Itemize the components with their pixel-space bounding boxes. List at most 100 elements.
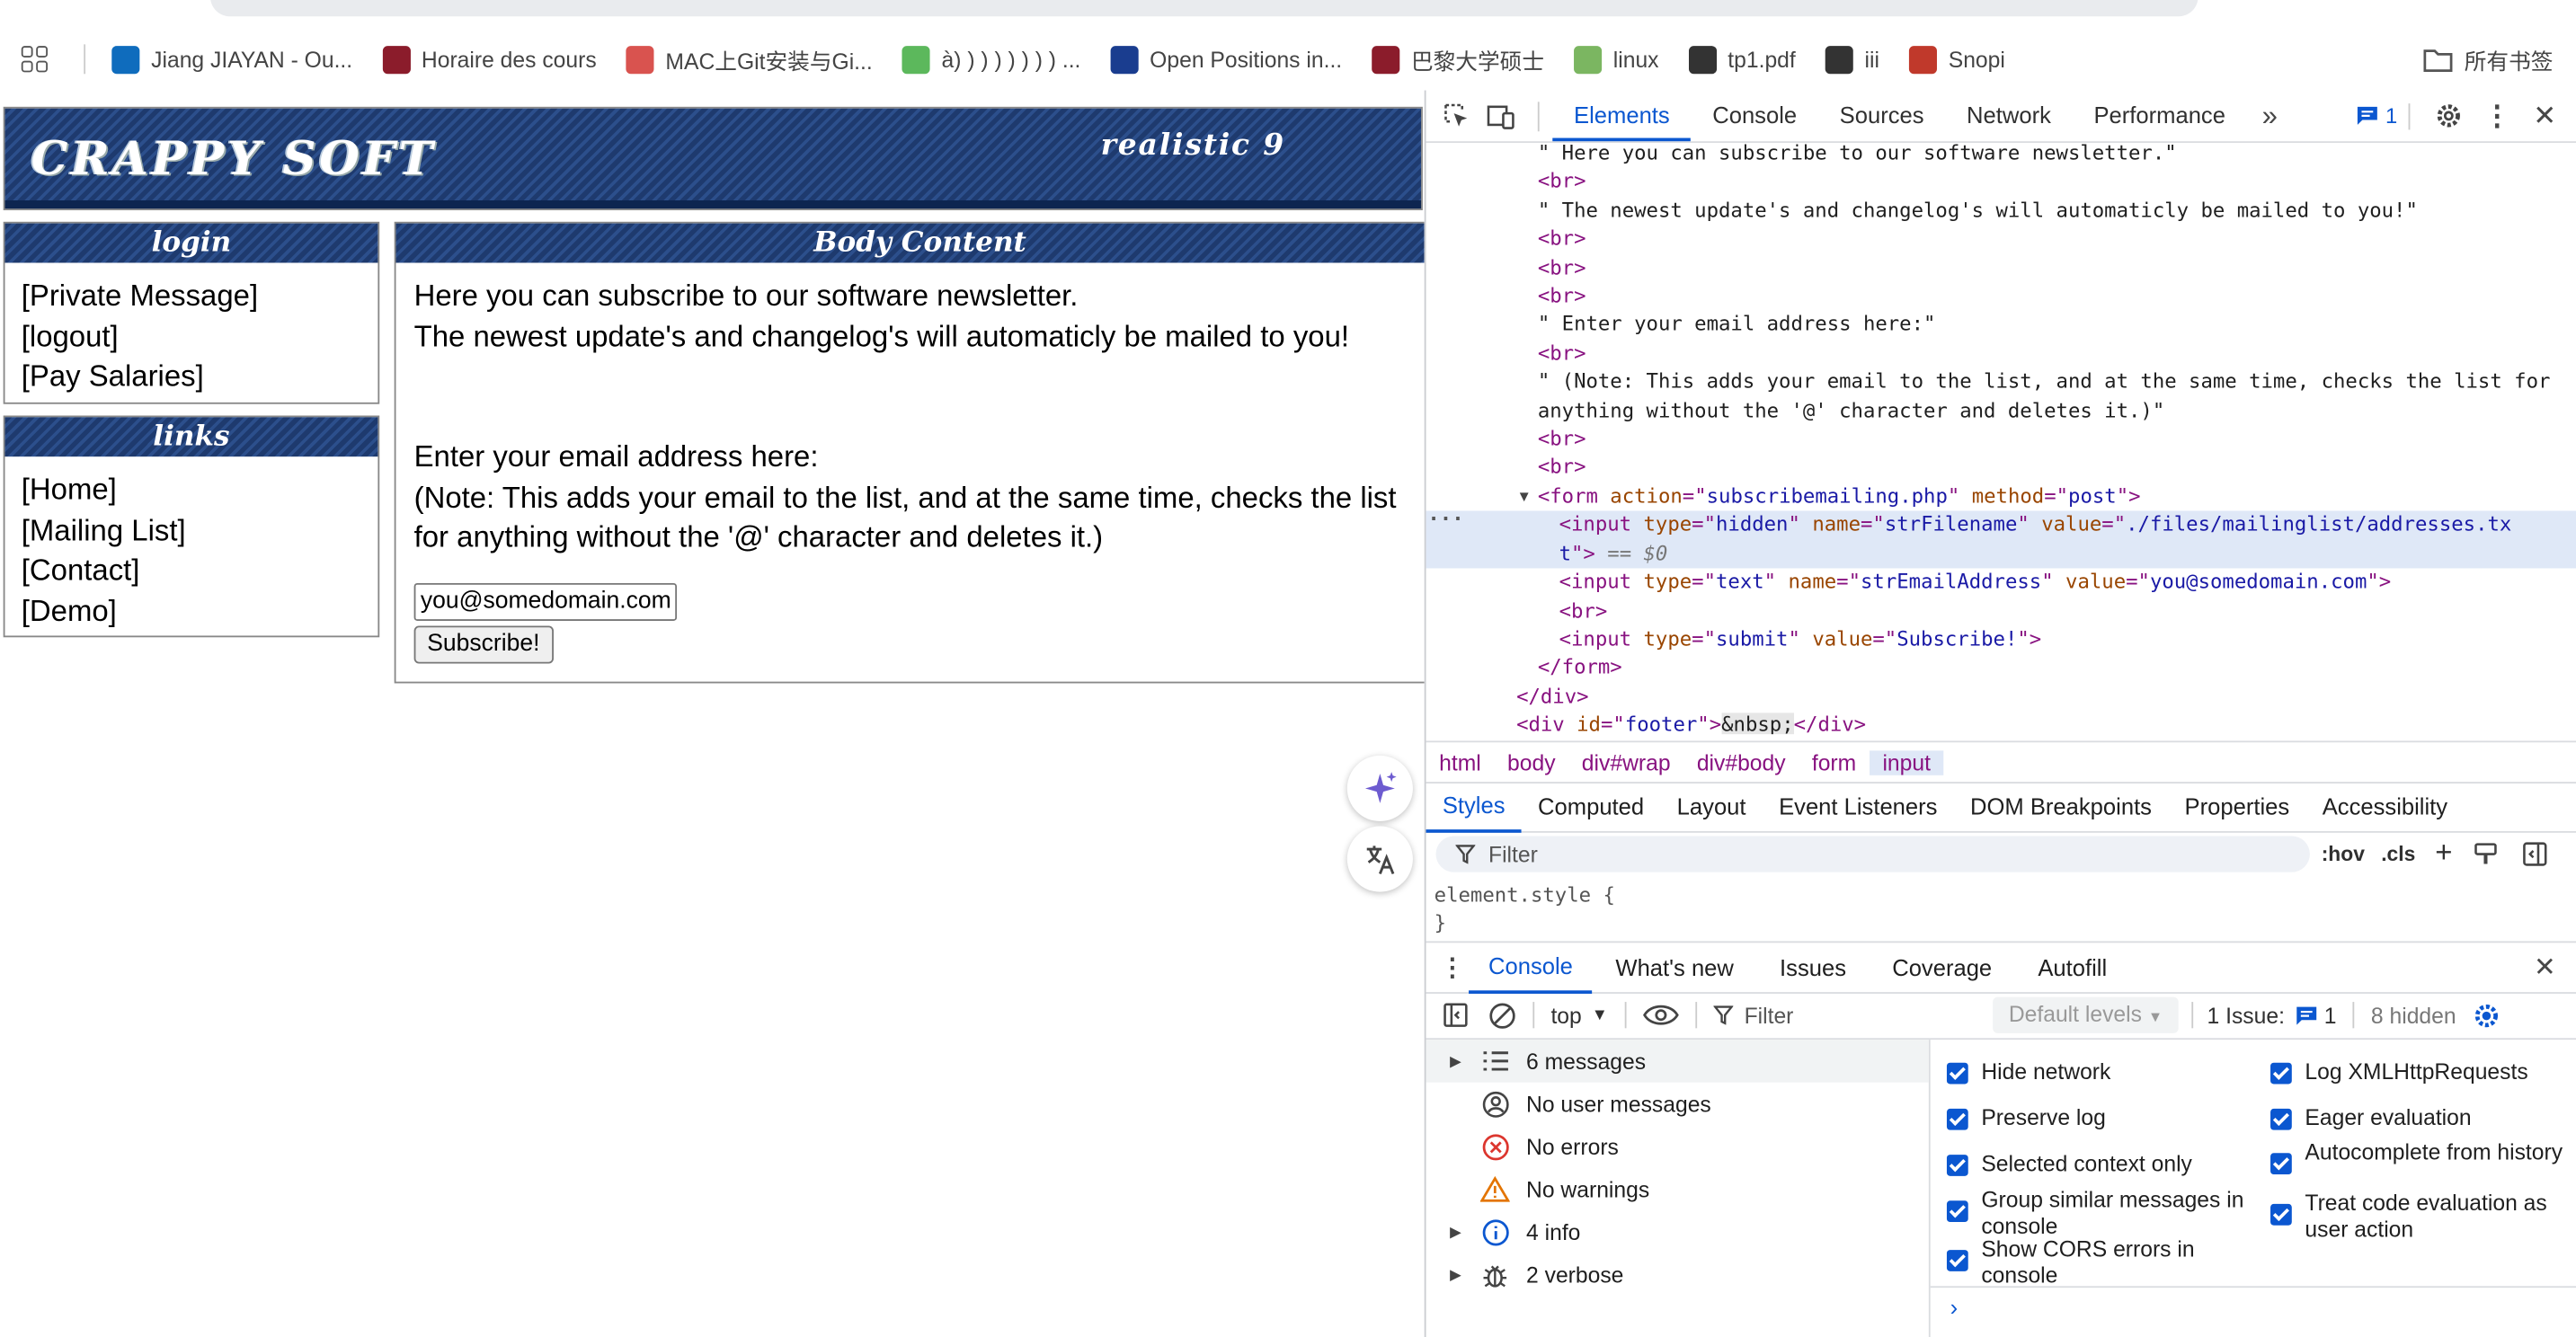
submit-input-node[interactable]: <input type="submit" value="Subscribe!"> [1426, 625, 2576, 654]
apps-grid-icon[interactable] [21, 46, 49, 73]
br-node[interactable]: <br> [1426, 226, 2576, 254]
message-group-info[interactable]: ▶ 4 info [1426, 1210, 1929, 1253]
log-levels-dropdown[interactable]: Default levels ▼ [1992, 996, 2180, 1033]
more-tabs-icon[interactable]: » [2247, 91, 2293, 142]
cls-toggle[interactable]: .cls [2381, 842, 2415, 865]
bookmark-item[interactable]: 巴黎大学硕士 [1372, 43, 1544, 76]
tab-computed[interactable]: Computed [1522, 782, 1661, 831]
bookmark-item[interactable]: tp1.pdf [1688, 45, 1796, 74]
text-node[interactable]: anything without the '@' character and d… [1426, 397, 2576, 426]
text-node[interactable]: " The newest update's and changelog's wi… [1426, 197, 2576, 226]
text-node[interactable]: " Here you can subscribe to our software… [1426, 143, 2576, 168]
group-similar-checkbox[interactable]: Group similar messages in console [1946, 1188, 2251, 1239]
inspect-element-icon[interactable] [1433, 91, 1479, 142]
device-toggle-icon[interactable] [1479, 91, 1524, 142]
drawer-tab-autofill[interactable]: Autofill [2015, 943, 2130, 992]
bookmark-item[interactable]: Open Positions in... [1110, 45, 1342, 74]
selected-context-checkbox[interactable]: Selected context only [1946, 1151, 2192, 1176]
close-drawer-icon[interactable]: ✕ [2522, 942, 2568, 993]
preserve-log-checkbox[interactable]: Preserve log [1946, 1105, 2106, 1130]
tab-console[interactable]: Console [1691, 91, 1817, 142]
home-link[interactable]: [Home] [22, 470, 361, 510]
eager-evaluation-checkbox[interactable]: Eager evaluation [2270, 1105, 2472, 1130]
styles-filter-input[interactable]: Filter [1435, 836, 2310, 872]
console-prompt[interactable]: › [1930, 1286, 2576, 1337]
sidebar-toggle-icon[interactable] [2521, 840, 2547, 866]
email-input[interactable]: you@somedomain.com [413, 582, 678, 621]
console-sidebar-icon[interactable] [1443, 1002, 1469, 1028]
subscribe-button[interactable]: Subscribe! [413, 624, 554, 663]
tab-properties[interactable]: Properties [2168, 782, 2305, 831]
bookmark-item[interactable]: MAC上Git安装与Gi... [626, 43, 873, 76]
message-group-bug[interactable]: ▶ 2 verbose [1426, 1253, 1929, 1297]
autocomplete-history-checkbox[interactable]: Autocomplete from history [2270, 1140, 2566, 1175]
context-dropdown-icon[interactable]: ▼ [1592, 1006, 1608, 1024]
br-node[interactable]: <br> [1426, 426, 2576, 455]
tab-dom-breakpoints[interactable]: DOM Breakpoints [1954, 782, 2169, 831]
pay-salaries-link[interactable]: [Pay Salaries] [22, 357, 361, 397]
drawer-tab-issues[interactable]: Issues [1756, 943, 1869, 992]
crumb-html[interactable]: html [1426, 749, 1495, 774]
issues-counter[interactable]: 1 [2356, 91, 2397, 142]
hidden-input-node[interactable]: ··· <input type="hidden" name="strFilenam… [1426, 508, 2576, 569]
br-node[interactable]: <br> [1426, 597, 2576, 625]
address-bar[interactable] [209, 0, 2198, 17]
message-group-error[interactable]: No errors [1426, 1125, 1929, 1168]
log-xhr-checkbox[interactable]: Log XMLHttpRequests [2270, 1059, 2528, 1085]
tab-elements[interactable]: Elements [1552, 91, 1692, 142]
text-node[interactable]: " (Note: This adds your email to the lis… [1426, 368, 2576, 397]
expand-arrow-icon[interactable]: ▶ [1426, 1223, 1470, 1241]
show-cors-checkbox[interactable]: Show CORS errors in console [1946, 1236, 2251, 1288]
form-close-node[interactable]: </form> [1426, 654, 2576, 683]
text-input-node[interactable]: <input type="text" name="strEmailAddress… [1426, 569, 2576, 598]
br-node[interactable]: <br> [1426, 254, 2576, 283]
bookmark-item[interactable]: Jiang JIAYAN - Ou... [111, 45, 352, 74]
live-expression-eye-icon[interactable] [1642, 1004, 1679, 1027]
private-message-link[interactable]: [Private Message] [22, 276, 361, 316]
message-group-list[interactable]: ▶ 6 messages [1426, 1040, 1929, 1083]
settings-gear-icon[interactable] [2425, 91, 2471, 142]
tab-sources[interactable]: Sources [1818, 91, 1945, 142]
hov-toggle[interactable]: :hov [2322, 842, 2365, 865]
text-node[interactable]: " Enter your email address here:" [1426, 311, 2576, 340]
hide-network-checkbox[interactable]: Hide network [1946, 1059, 2110, 1085]
message-group-warning[interactable]: No warnings [1426, 1168, 1929, 1211]
drawer-tab-coverage[interactable]: Coverage [1870, 943, 2015, 992]
drawer-menu-icon[interactable]: ⋮ [1436, 942, 1470, 993]
context-selector[interactable]: top [1550, 1003, 1581, 1027]
console-filter-input[interactable]: Filter [1712, 1003, 1993, 1027]
mailing-list-link[interactable]: [Mailing List] [22, 510, 361, 551]
message-group-user[interactable]: No user messages [1426, 1083, 1929, 1126]
issues-summary-count[interactable]: 1 [2324, 1003, 2337, 1027]
clear-console-icon[interactable] [1488, 1001, 1516, 1029]
div-close-node[interactable]: </div> [1426, 683, 2576, 712]
new-style-rule-icon[interactable]: + [2435, 836, 2452, 870]
crumb-body[interactable]: body [1494, 749, 1568, 774]
paint-brush-icon[interactable] [2472, 840, 2498, 866]
bookmark-item[interactable]: linux [1573, 45, 1659, 74]
drawer-tab-console[interactable]: Console [1469, 941, 1593, 994]
bookmark-item[interactable]: iii [1825, 45, 1879, 74]
br-node[interactable]: <br> [1426, 454, 2576, 483]
contact-link[interactable]: [Contact] [22, 550, 361, 590]
tab-event-listeners[interactable]: Event Listeners [1763, 782, 1954, 831]
tab-accessibility[interactable]: Accessibility [2305, 782, 2464, 831]
gemini-button[interactable] [1346, 755, 1413, 822]
crumb-div-wrap[interactable]: div#wrap [1568, 749, 1683, 774]
all-bookmarks-folder[interactable]: 所有书签 [2423, 43, 2553, 76]
console-settings-gear-icon[interactable] [2473, 1001, 2500, 1029]
expand-arrow-icon[interactable]: ▶ [1426, 1265, 1470, 1283]
tab-network[interactable]: Network [1945, 91, 2072, 142]
crumb-div-body[interactable]: div#body [1683, 749, 1799, 774]
br-node[interactable]: <br> [1426, 282, 2576, 311]
crumb-input[interactable]: input [1869, 749, 1944, 775]
crumb-form[interactable]: form [1799, 749, 1870, 774]
br-node[interactable]: <br> [1426, 340, 2576, 368]
tab-performance[interactable]: Performance [2073, 91, 2247, 142]
demo-link[interactable]: [Demo] [22, 590, 361, 631]
bookmark-item[interactable]: Snopi [1908, 45, 2005, 74]
issues-summary[interactable]: 1 Issue: [2207, 1003, 2285, 1027]
kebab-menu-icon[interactable]: ⋮ [2474, 91, 2520, 142]
footer-node[interactable]: <div id="footer">&nbsp;</div> [1426, 712, 2576, 735]
expand-arrow-icon[interactable]: ▶ [1426, 1052, 1470, 1070]
